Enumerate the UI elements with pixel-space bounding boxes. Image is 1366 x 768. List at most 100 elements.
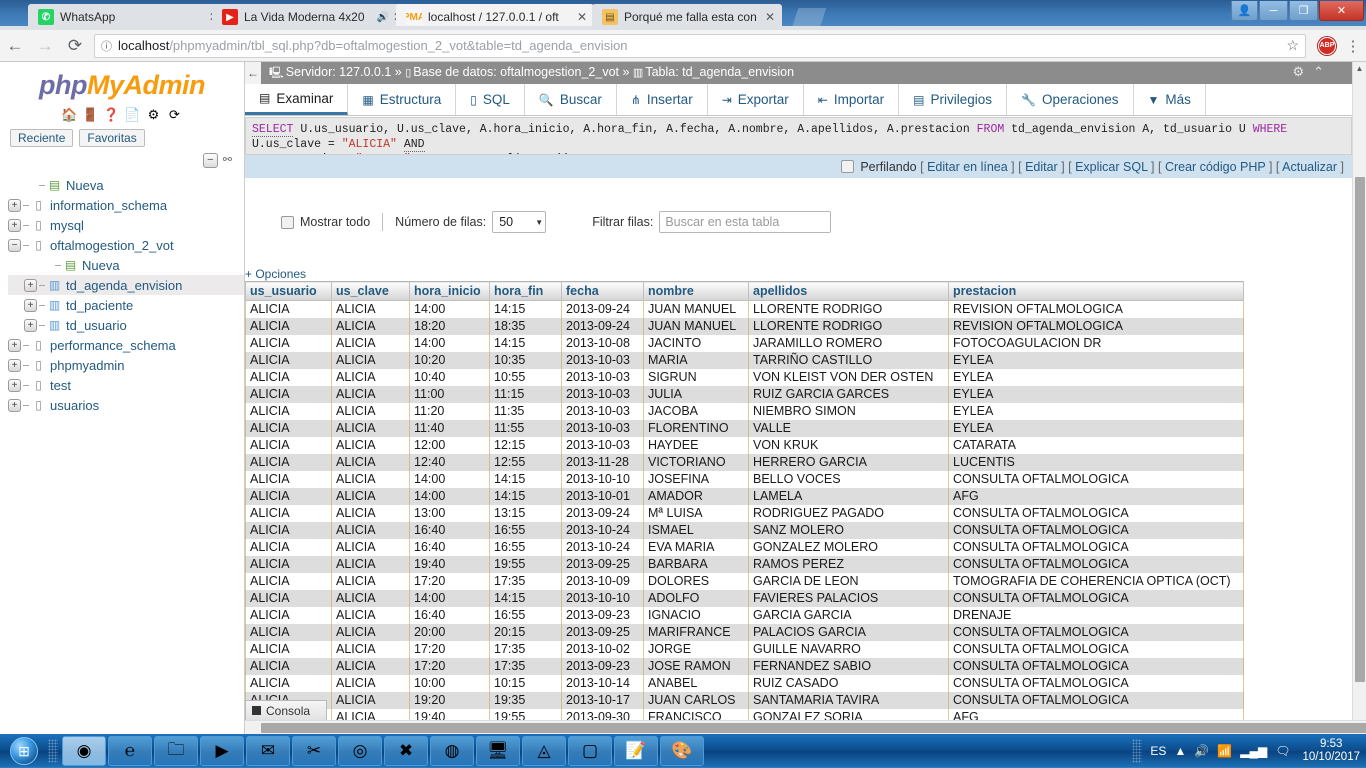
quick-tab-favoritas[interactable]: Favoritas (79, 129, 145, 147)
cell-prestacion[interactable]: CONSULTA OFTALMOLOGICA (948, 657, 1244, 675)
cell-us_usuario[interactable]: ALICIA (245, 640, 332, 658)
home-icon[interactable]: 🏠 (61, 106, 78, 123)
docs-icon[interactable]: 📄 (124, 106, 141, 123)
cell-nombre[interactable]: JOSEFINA (643, 470, 749, 488)
table-row[interactable]: ALICIA ALICIA 20:00 20:15 2013-09-25 MARIFRAN… (245, 623, 1244, 641)
cell-us_usuario[interactable]: ALICIA (245, 470, 332, 488)
tree-node-information-schema[interactable]: + ▯ information_schema (8, 195, 244, 215)
browser-tab-2[interactable]: PMA localhost / 127.0.0.1 / oft ✕ (396, 4, 594, 30)
cell-us_usuario[interactable]: ALICIA (245, 419, 332, 437)
cell-prestacion[interactable]: EYLEA (948, 351, 1244, 369)
cell-us_usuario[interactable]: ALICIA (245, 555, 332, 573)
cell-prestacion[interactable]: TOMOGRAFIA DE COHERENCIA OPTICA (OCT) (948, 572, 1244, 590)
cell-fecha[interactable]: 2013-09-24 (561, 504, 644, 522)
cell-us_clave[interactable]: ALICIA (331, 317, 410, 335)
cell-hora_fin[interactable]: 14:15 (489, 487, 562, 505)
cell-fecha[interactable]: 2013-10-03 (561, 385, 644, 403)
cell-us_clave[interactable]: ALICIA (331, 674, 410, 692)
console-bar[interactable]: Consola (245, 700, 327, 720)
cell-us_usuario[interactable]: ALICIA (245, 317, 332, 335)
back-icon[interactable]: ← (0, 32, 30, 60)
collapse-chevron-icon[interactable]: ⌃ (1313, 64, 1324, 80)
bookmark-star-icon[interactable]: ☆ (1286, 37, 1299, 54)
cell-nombre[interactable]: DOLORES (643, 572, 749, 590)
cell-prestacion[interactable]: DRENAJE (948, 606, 1244, 624)
cell-us_clave[interactable]: ALICIA (331, 453, 410, 471)
tree-node-td-paciente[interactable]: + ▥ td_paciente (8, 295, 244, 315)
table-row[interactable]: ALICIA ALICIA 16:40 16:55 2013-10-24 ISMAEL SA… (245, 521, 1244, 539)
cell-apellidos[interactable]: NIEMBRO SIMON (748, 402, 949, 420)
cell-nombre[interactable]: JUAN CARLOS (643, 691, 749, 709)
tab-estructura[interactable]: ▦ Estructura (348, 84, 457, 115)
cell-fecha[interactable]: 2013-09-24 (561, 317, 644, 335)
cell-hora_inicio[interactable]: 10:20 (409, 351, 490, 369)
cell-fecha[interactable]: 2013-10-17 (561, 691, 644, 709)
start-button[interactable]: ⊞ (0, 734, 48, 768)
cell-hora_inicio[interactable]: 17:20 (409, 657, 490, 675)
cell-apellidos[interactable]: GUILLE NAVARRO (748, 640, 949, 658)
table-row[interactable]: ALICIA ALICIA 17:20 17:35 2013-10-09 DOLORES G… (245, 572, 1244, 590)
expand-icon[interactable]: + (24, 318, 37, 332)
taskbar-item-outlook[interactable]: ✉ (246, 736, 290, 766)
sql-query-display[interactable]: SELECT U.us_usuario, U.us_clave, A.hora_… (245, 117, 1352, 155)
cell-us_usuario[interactable]: ALICIA (245, 351, 332, 369)
cell-nombre[interactable]: ADOLFO (643, 589, 749, 607)
tree-node-usuarios[interactable]: + ▯ usuarios (8, 395, 244, 415)
table-row[interactable]: ALICIA ALICIA 11:40 11:55 2013-10-03 FLORENTI… (245, 419, 1244, 437)
signal-icon[interactable]: ▂▄▆ (1240, 744, 1267, 758)
table-row[interactable]: ALICIA ALICIA 12:40 12:55 2013-11-28 VICTORIA… (245, 453, 1244, 471)
cell-apellidos[interactable]: GONZALEZ MOLERO (748, 538, 949, 556)
tree-node-td-agenda-envision[interactable]: + ▥ td_agenda_envision (8, 275, 244, 295)
tree-node-td-usuario[interactable]: + ▥ td_usuario (8, 315, 244, 335)
cell-hora_inicio[interactable]: 14:00 (409, 589, 490, 607)
cell-hora_inicio[interactable]: 10:40 (409, 368, 490, 386)
tab-exportar[interactable]: ⇥ Exportar (707, 84, 804, 115)
cell-hora_fin[interactable]: 14:15 (489, 470, 562, 488)
cell-prestacion[interactable]: CONSULTA OFTALMOLOGICA (948, 691, 1244, 709)
tab-m-s[interactable]: ▼ Más (1133, 84, 1206, 115)
taskbar-item-notepad[interactable]: 📝 (614, 736, 658, 766)
cell-fecha[interactable]: 2013-09-24 (561, 300, 644, 318)
tab-privilegios[interactable]: ▤ Privilegios (899, 84, 1007, 115)
cell-us_clave[interactable]: ALICIA (331, 385, 410, 403)
expand-icon[interactable]: + (8, 358, 21, 372)
cell-fecha[interactable]: 2013-10-02 (561, 640, 644, 658)
cell-us_clave[interactable]: ALICIA (331, 419, 410, 437)
help-icon[interactable]: ❓ (103, 106, 120, 123)
tree-node-phpmyadmin[interactable]: + ▯ phpmyadmin (8, 355, 244, 375)
cell-prestacion[interactable]: CONSULTA OFTALMOLOGICA (948, 555, 1244, 573)
cell-hora_inicio[interactable]: 12:40 (409, 453, 490, 471)
cell-prestacion[interactable]: CONSULTA OFTALMOLOGICA (948, 640, 1244, 658)
browser-menu-icon[interactable]: ⋮ (1342, 37, 1364, 55)
cell-nombre[interactable]: JUAN MANUEL (643, 317, 749, 335)
tab-insertar[interactable]: ⋔ Insertar (616, 84, 708, 115)
reload-icon[interactable]: ⟳ (60, 32, 90, 60)
taskbar-item-internet-explorer[interactable]: ℮ (108, 736, 152, 766)
sql-link-crear-c-digo-php[interactable]: Crear código PHP (1165, 160, 1266, 174)
cell-prestacion[interactable]: REVISION OFTALMOLOGICA (948, 317, 1244, 335)
tab-importar[interactable]: ⇤ Importar (803, 84, 900, 115)
table-row[interactable]: ALICIA ALICIA 11:20 11:35 2013-10-03 JACOBA NI… (245, 402, 1244, 420)
cell-fecha[interactable]: 2013-09-25 (561, 623, 644, 641)
cell-prestacion[interactable]: REVISION OFTALMOLOGICA (948, 300, 1244, 318)
cell-prestacion[interactable]: EYLEA (948, 419, 1244, 437)
cell-hora_inicio[interactable]: 20:00 (409, 623, 490, 641)
cell-hora_fin[interactable]: 16:55 (489, 521, 562, 539)
cell-fecha[interactable]: 2013-10-14 (561, 674, 644, 692)
cell-apellidos[interactable]: FERNANDEZ SABIO (748, 657, 949, 675)
cell-apellidos[interactable]: LAMELA (748, 487, 949, 505)
cell-prestacion[interactable]: CATARATA (948, 436, 1244, 454)
expand-icon[interactable]: + (24, 298, 37, 312)
cell-apellidos[interactable]: SANZ MOLERO (748, 521, 949, 539)
options-toggle[interactable]: + Opciones (245, 267, 306, 281)
column-header-fecha[interactable]: fecha (561, 281, 644, 301)
vertical-scrollbar[interactable]: ▲ (1352, 62, 1366, 734)
phpmyadmin-logo[interactable]: phpMyAdmin (0, 62, 244, 103)
vertical-scroll-thumb[interactable] (1355, 177, 1365, 682)
cell-fecha[interactable]: 2013-10-01 (561, 487, 644, 505)
settings-icon[interactable]: ⚙ (145, 106, 162, 123)
cell-us_clave[interactable]: ALICIA (331, 487, 410, 505)
cell-hora_inicio[interactable]: 17:20 (409, 572, 490, 590)
cell-apellidos[interactable]: VON KLEIST VON DER OSTEN (748, 368, 949, 386)
cell-us_clave[interactable]: ALICIA (331, 589, 410, 607)
